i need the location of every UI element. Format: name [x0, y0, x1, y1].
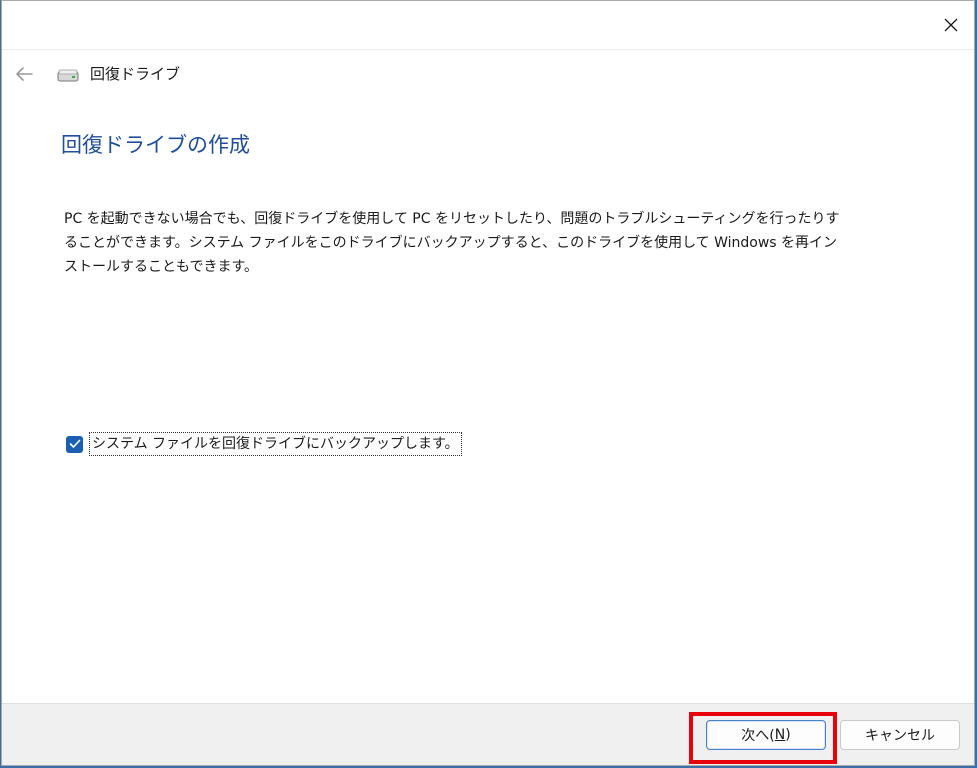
next-button-access-key: N — [774, 727, 786, 743]
breadcrumb[interactable]: 回復ドライブ — [90, 63, 180, 85]
close-button[interactable] — [928, 1, 974, 49]
title-bar — [2, 1, 974, 49]
backup-system-files-option[interactable]: システム ファイルを回復ドライブにバックアップします。 — [66, 432, 462, 456]
navigation-bar: 回復ドライブ — [2, 49, 974, 101]
recovery-drive-icon — [57, 69, 79, 82]
next-button[interactable]: 次へ(N) — [706, 720, 826, 750]
recovery-drive-dialog: 回復ドライブ 回復ドライブの作成 PC を起動できない場合でも、回復ドライブを使… — [1, 0, 975, 766]
next-button-label-suffix: ) — [785, 727, 791, 743]
dialog-footer: 次へ(N) キャンセル — [2, 703, 974, 765]
close-icon — [944, 18, 958, 32]
next-button-label-prefix: 次へ( — [741, 728, 775, 744]
page-title: 回復ドライブの作成 — [61, 133, 250, 157]
checkmark-icon — [69, 439, 80, 448]
back-arrow-icon — [16, 67, 33, 81]
back-button[interactable] — [10, 60, 38, 88]
backup-checkbox-label[interactable]: システム ファイルを回復ドライブにバックアップします。 — [89, 432, 462, 456]
backup-checkbox[interactable] — [66, 435, 83, 453]
main-content: 回復ドライブの作成 PC を起動できない場合でも、回復ドライブを使用して PC … — [2, 100, 974, 706]
description-text: PC を起動できない場合でも、回復ドライブを使用して PC をリセットしたり、問… — [64, 211, 840, 275]
cancel-button[interactable]: キャンセル — [840, 720, 960, 750]
